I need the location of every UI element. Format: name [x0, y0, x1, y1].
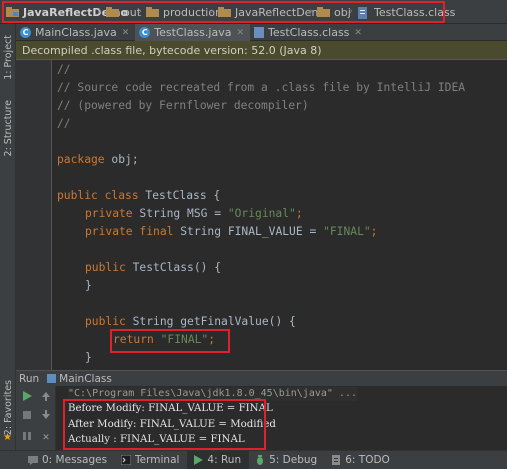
- close-icon[interactable]: ✕: [39, 431, 53, 445]
- pause-icon[interactable]: [20, 429, 34, 443]
- messages-icon: [28, 455, 38, 465]
- highlight-box: [2, 1, 445, 23]
- code-line: // Source code recreated from a .class f…: [57, 81, 466, 94]
- code-line: package obj;: [57, 153, 139, 166]
- tool-label: Terminal: [135, 454, 180, 466]
- tool-label: 0: Messages: [42, 454, 108, 466]
- class-file-icon: [254, 27, 264, 38]
- run-label: Run: [19, 372, 40, 385]
- structure-tool-label: 2: Structure: [2, 99, 14, 157]
- run-tab-label: MainClass: [59, 372, 112, 385]
- favorites-tool-label: 2: Favorites: [2, 380, 14, 436]
- tab-testclass-java[interactable]: C TestClass.java ✕: [135, 24, 250, 41]
- navigation-bar: JavaReflectDemo › out › production › Jav…: [0, 0, 507, 24]
- terminal-tool-button[interactable]: Terminal: [115, 451, 187, 469]
- favorites-tool-tab[interactable]: 2: Favorites: [0, 376, 16, 440]
- banner-text: Decompiled .class file, bytecode version…: [22, 44, 322, 57]
- debug-icon: [255, 455, 265, 465]
- debug-tool-button[interactable]: 5: Debug: [249, 451, 325, 469]
- code-line: private String MSG = "Original";: [85, 207, 303, 220]
- structure-tool-tab[interactable]: 2: Structure: [0, 96, 16, 160]
- highlight-box: [110, 329, 230, 353]
- java-class-icon: C: [139, 27, 151, 38]
- rerun-icon[interactable]: [20, 389, 34, 403]
- code-line: }: [85, 351, 92, 364]
- code-editor[interactable]: // // Source code recreated from a .clas…: [52, 60, 507, 370]
- terminal-icon: [121, 455, 132, 465]
- tool-label: 5: Debug: [269, 454, 318, 466]
- run-toolbar: ✕: [16, 386, 56, 450]
- close-icon[interactable]: ✕: [236, 28, 244, 38]
- run-panel-header: Run MainClass: [16, 370, 507, 386]
- tab-mainclass-java[interactable]: C MainClass.java ✕: [16, 24, 135, 41]
- run-tab-mainclass[interactable]: MainClass: [47, 373, 112, 385]
- code-line: private final String FINAL_VALUE = "FINA…: [85, 225, 378, 238]
- tab-label: TestClass.class: [268, 26, 350, 39]
- code-line: public TestClass() {: [85, 261, 222, 274]
- highlight-box: [63, 399, 266, 450]
- close-icon[interactable]: ✕: [354, 28, 362, 38]
- left-tool-strip: 1: Project 2: Structure 2: Favorites ★: [0, 24, 16, 450]
- tab-testclass-class[interactable]: TestClass.class ✕: [250, 24, 368, 41]
- bottom-tool-bar: 0: Messages Terminal 4: Run 5: Debug 6: …: [0, 450, 507, 469]
- scroll-down-icon[interactable]: [39, 408, 53, 422]
- todo-icon: [331, 455, 341, 465]
- run-tool-button[interactable]: 4: Run: [187, 450, 250, 469]
- favorites-star-icon: ★: [3, 432, 12, 443]
- tool-label: 4: Run: [207, 454, 242, 466]
- run-config-icon: [47, 374, 57, 383]
- tool-label: 6: TODO: [345, 454, 390, 466]
- run-console[interactable]: "C:\Program Files\Java\jdk1.8.0_45\bin\j…: [56, 386, 507, 450]
- project-tool-tab[interactable]: 1: Project: [0, 28, 16, 86]
- editor-tabs: C MainClass.java ✕ C TestClass.java ✕ Te…: [16, 24, 507, 41]
- scroll-up-icon[interactable]: [39, 389, 53, 403]
- editor-gutter: [16, 60, 52, 370]
- project-tool-label: 1: Project: [2, 34, 14, 80]
- code-line: //: [57, 63, 71, 76]
- tab-label: MainClass.java: [35, 26, 117, 39]
- tab-label: TestClass.java: [154, 26, 232, 39]
- code-line: public class TestClass {: [57, 189, 221, 202]
- java-class-icon: C: [20, 27, 31, 38]
- close-icon[interactable]: ✕: [122, 28, 130, 38]
- todo-tool-button[interactable]: 6: TODO: [325, 451, 398, 469]
- code-line: //: [57, 117, 71, 130]
- code-line: // (powered by Fernflower decompiler): [57, 99, 309, 112]
- code-line: }: [85, 279, 92, 292]
- messages-tool-button[interactable]: 0: Messages: [22, 451, 115, 469]
- run-icon: [193, 455, 204, 465]
- stop-icon[interactable]: [20, 408, 34, 422]
- decompiled-banner: Decompiled .class file, bytecode version…: [16, 41, 507, 60]
